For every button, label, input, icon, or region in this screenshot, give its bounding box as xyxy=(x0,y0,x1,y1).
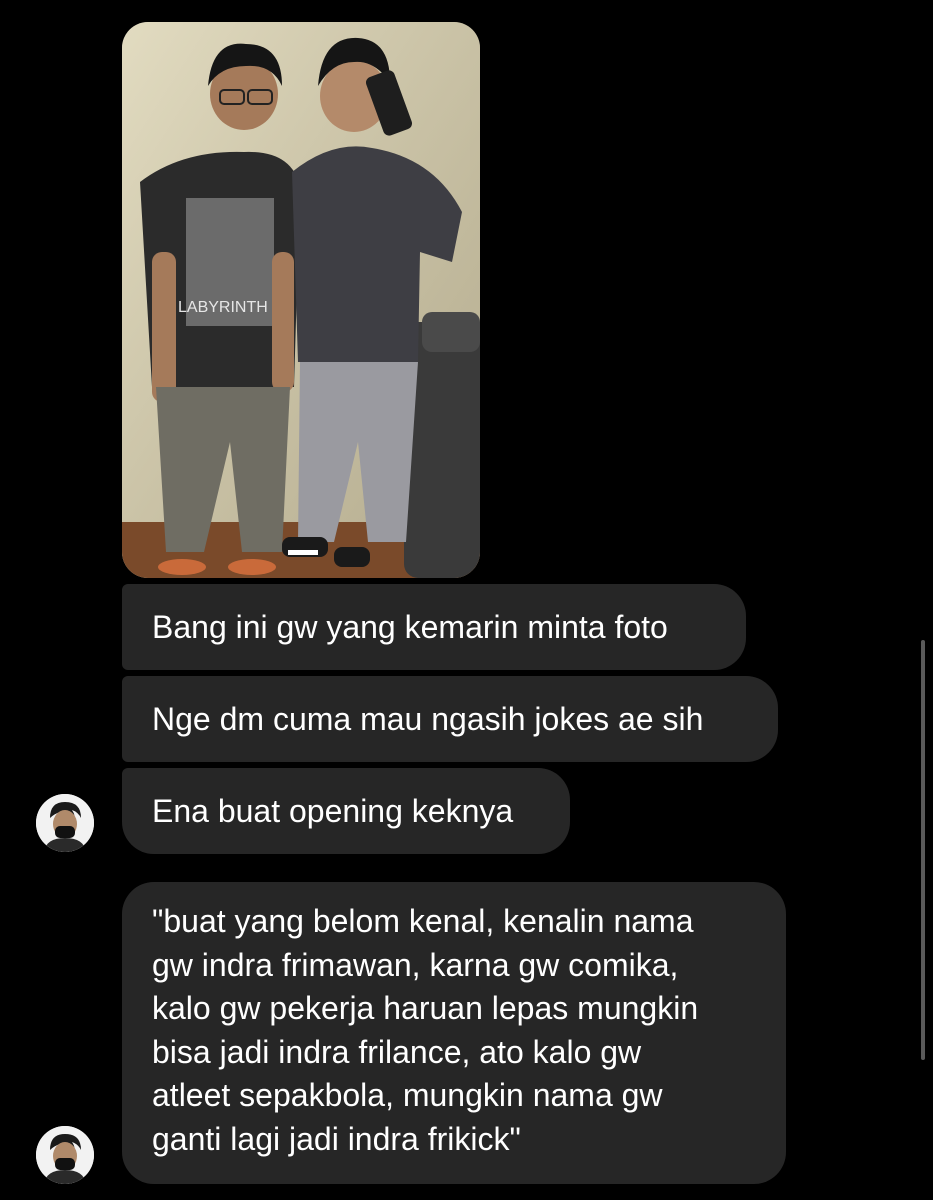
message-bubble[interactable]: Ena buat opening keknya xyxy=(122,768,570,854)
chat-thread: LABYRINTH Bang ini gw yang kemarin minta… xyxy=(0,0,933,1200)
message-text: Bang ini gw yang kemarin minta foto xyxy=(152,609,668,645)
photo-message[interactable]: LABYRINTH xyxy=(122,22,480,578)
avatar-image xyxy=(36,1126,94,1184)
message-text-line: "buat yang belom kenal, kenalin nama xyxy=(152,903,694,939)
user-avatar-icon[interactable] xyxy=(36,1126,94,1184)
message-text-line: gw indra frimawan, karna gw comika, xyxy=(152,946,679,983)
message-bubble[interactable]: "buat yang belom kenal, kenalin nama gw … xyxy=(122,882,786,1184)
message-text-line: ganti lagi jadi indra frikick" xyxy=(152,1120,521,1157)
message-text-line: bisa jadi indra frilance, ato kalo gw xyxy=(152,1033,642,1070)
user-avatar-icon[interactable] xyxy=(36,794,94,852)
avatar-image xyxy=(36,794,94,852)
shirt-print: LABYRINTH xyxy=(178,299,268,316)
scrollbar[interactable] xyxy=(921,640,925,1060)
photo-image: LABYRINTH xyxy=(122,22,480,578)
message-bubble[interactable]: Nge dm cuma mau ngasih jokes ae sih xyxy=(122,676,778,762)
message-text-line: kalo gw pekerja haruan lepas mungkin xyxy=(152,990,699,1026)
message-text: Ena buat opening keknya xyxy=(152,793,514,829)
message-text: Nge dm cuma mau ngasih jokes ae sih xyxy=(152,701,704,737)
message-bubble[interactable]: Bang ini gw yang kemarin minta foto xyxy=(122,584,746,670)
message-text-line: atleet sepakbola, mungkin nama gw xyxy=(152,1077,663,1113)
